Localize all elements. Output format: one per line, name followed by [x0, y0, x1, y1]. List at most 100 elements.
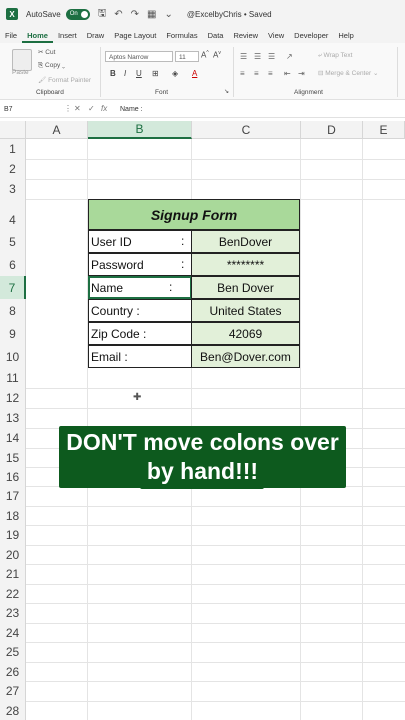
row-header[interactable]: 27 [0, 681, 26, 701]
row-header[interactable]: 3 [0, 179, 26, 199]
tab-developer[interactable]: Developer [289, 28, 333, 43]
merge-center-button[interactable]: ⊟ Merge & Center ⌄ [318, 69, 378, 77]
font-name-dropdown[interactable]: Aptos Narrow [105, 51, 173, 62]
save-icon[interactable]: 🖫 [98, 6, 107, 23]
form-label-cell[interactable]: Zip Code : [88, 322, 192, 345]
tab-data[interactable]: Data [203, 28, 229, 43]
format-painter-button[interactable]: 🖌 Format Painter [38, 76, 91, 84]
cut-button[interactable]: ✂ Cut [38, 48, 55, 56]
form-value-cell[interactable]: United States [191, 299, 300, 322]
row-header[interactable]: 26 [0, 662, 26, 681]
row-header[interactable]: 22 [0, 584, 26, 603]
enter-icon[interactable]: ✓ [88, 104, 95, 113]
row-header[interactable]: 12 [0, 388, 26, 408]
form-value-cell[interactable]: Ben Dover [191, 276, 300, 299]
form-label-cell[interactable]: Country : [88, 299, 192, 322]
row-header[interactable]: 2 [0, 159, 26, 179]
column-header-d[interactable]: D [301, 121, 363, 139]
row-header[interactable]: 19 [0, 525, 26, 545]
align-middle-icon[interactable]: ☰ [254, 52, 261, 61]
tab-page-layout[interactable]: Page Layout [109, 28, 161, 43]
row-header[interactable]: 20 [0, 545, 26, 564]
tab-home[interactable]: Home [22, 28, 53, 43]
tab-view[interactable]: View [263, 28, 289, 43]
row-header[interactable]: 11 [0, 368, 26, 388]
cancel-icon[interactable]: ✕ [74, 104, 81, 113]
paste-button[interactable]: Paste [12, 69, 29, 76]
italic-button[interactable]: I [124, 69, 126, 78]
column-header-a[interactable]: A [26, 121, 88, 139]
row-header[interactable]: 13 [0, 408, 26, 428]
form-label-cell[interactable]: User ID [88, 230, 192, 253]
fill-color-icon[interactable]: ◈ [172, 69, 178, 78]
chevron-down-icon[interactable]: ⌄ [164, 9, 172, 20]
borders-icon[interactable]: ⊞ [152, 69, 159, 78]
row-header[interactable]: 1 [0, 139, 26, 159]
copy-button[interactable]: ⎘ Copy ⌄ [38, 62, 65, 70]
row-header-selected[interactable]: 7 [0, 276, 26, 299]
orientation-icon[interactable]: ↗ [286, 52, 293, 61]
workbook-title[interactable]: @ExcelbyChris • Saved [187, 10, 272, 19]
tab-review[interactable]: Review [228, 28, 263, 43]
row-header[interactable]: 10 [0, 345, 26, 368]
form-value-cell[interactable]: Ben@Dover.com [191, 345, 300, 368]
formula-input[interactable]: Name : [120, 104, 143, 115]
align-top-icon[interactable]: ☰ [240, 52, 247, 61]
row-header[interactable]: 24 [0, 623, 26, 642]
row-header[interactable]: 8 [0, 299, 26, 322]
row-header[interactable]: 4 [0, 199, 26, 230]
form-value-cell[interactable]: BenDover [191, 230, 300, 253]
align-center-icon[interactable]: ≡ [254, 69, 259, 78]
paste-icon[interactable] [12, 49, 32, 71]
form-value-cell[interactable]: ******** [191, 253, 300, 276]
more-icon[interactable]: ⋮ [64, 104, 72, 113]
grid-line [26, 642, 405, 643]
excel-logo-icon: X [6, 8, 18, 20]
row-header[interactable]: 21 [0, 564, 26, 584]
wrap-text-button[interactable]: ⤶ Wrap Text [318, 52, 352, 60]
undo-icon[interactable]: ↶ [114, 9, 122, 20]
row-header[interactable]: 15 [0, 448, 26, 467]
align-right-icon[interactable]: ≡ [268, 69, 273, 78]
font-size-dropdown[interactable]: 11 [175, 51, 199, 62]
tab-file[interactable]: File [0, 28, 22, 43]
form-label-cell-selected[interactable]: Name [88, 276, 192, 299]
decrease-indent-icon[interactable]: ⇤ [284, 69, 291, 78]
column-header-b[interactable]: B [88, 121, 192, 139]
column-header-c[interactable]: C [192, 121, 301, 139]
align-bottom-icon[interactable]: ☰ [268, 52, 275, 61]
underline-button[interactable]: U [136, 69, 142, 78]
row-header[interactable]: 16 [0, 467, 26, 486]
column-header-e[interactable]: E [363, 121, 405, 139]
tab-insert[interactable]: Insert [53, 28, 82, 43]
form-title-cell[interactable]: Signup Form [88, 199, 300, 230]
name-box[interactable]: B7 [4, 104, 56, 115]
insert-function-icon[interactable]: fx [101, 104, 107, 113]
row-header[interactable]: 17 [0, 486, 26, 506]
tab-formulas[interactable]: Formulas [161, 28, 202, 43]
bold-button[interactable]: B [110, 69, 116, 78]
row-header[interactable]: 23 [0, 603, 26, 623]
increase-indent-icon[interactable]: ⇥ [298, 69, 305, 78]
form-label-cell[interactable]: Email : [88, 345, 192, 368]
tab-draw[interactable]: Draw [82, 28, 110, 43]
row-header[interactable]: 18 [0, 506, 26, 525]
row-header[interactable]: 14 [0, 428, 26, 448]
increase-font-icon[interactable]: A^ [201, 50, 209, 60]
form-value-cell[interactable]: 42069 [191, 322, 300, 345]
row-header[interactable]: 6 [0, 253, 26, 276]
table-icon[interactable]: ▦ [147, 9, 156, 20]
font-color-icon[interactable]: A [192, 69, 197, 78]
row-header[interactable]: 25 [0, 642, 26, 662]
font-dialog-launcher-icon[interactable]: ↘ [224, 88, 229, 95]
tab-help[interactable]: Help [333, 28, 358, 43]
decrease-font-icon[interactable]: Av [213, 50, 221, 60]
row-header[interactable]: 28 [0, 701, 26, 720]
redo-icon[interactable]: ↷ [131, 9, 139, 20]
select-all-corner[interactable] [0, 121, 26, 139]
autosave-toggle[interactable]: On [65, 8, 90, 20]
row-header[interactable]: 5 [0, 230, 26, 253]
form-label-cell[interactable]: Password [88, 253, 192, 276]
row-header[interactable]: 9 [0, 322, 26, 345]
align-left-icon[interactable]: ≡ [240, 69, 245, 78]
